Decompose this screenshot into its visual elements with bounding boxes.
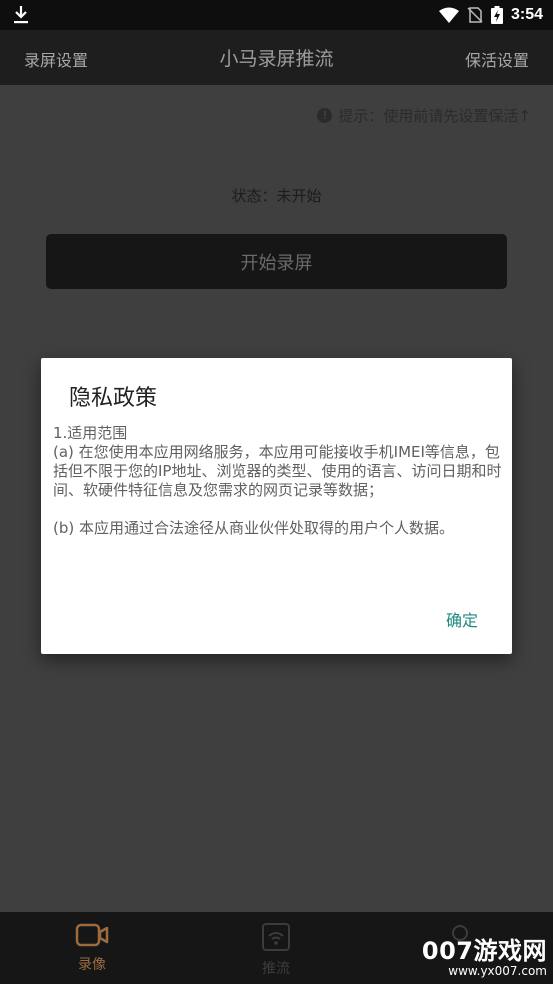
info-icon: ! (317, 108, 333, 123)
dialog-title: 隐私政策 (69, 386, 158, 411)
dialog-line-scope: 1.适用范围 (53, 424, 128, 442)
status-text: 状态：未开始 (231, 187, 322, 205)
status-bar: 3:54 (0, 0, 553, 30)
wifi-signal-icon (438, 7, 459, 23)
dialog-line-a: (a) 在您使用本应用网络服务，本应用可能接收手机IMEI等信息，包括但不限于您… (53, 443, 502, 499)
watermark-title: 007游戏网 (421, 937, 547, 965)
clock: 3:54 (510, 6, 543, 23)
nav-item-stream[interactable]: 推流 (236, 922, 316, 978)
nav-label-record: 录像 (78, 957, 106, 973)
dialog-body: 1.适用范围 (a) 在您使用本应用网络服务，本应用可能接收手机IMEI等信息，… (53, 424, 508, 538)
tip-text: 提示：使用前请先设置保活↑ (338, 107, 531, 125)
tip-row: ! 提示：使用前请先设置保活↑ (317, 105, 531, 126)
watermark-url: www.yx007.com (448, 964, 547, 978)
no-sim-icon (467, 7, 483, 23)
keepalive-settings-button[interactable]: 保活设置 (465, 47, 529, 71)
status-icons: 3:54 (438, 4, 543, 26)
nav-label-stream: 推流 (262, 961, 290, 977)
bottom-nav: 录像 推流 007游戏网 www.yx007.com (0, 912, 553, 984)
app-bar: 录屏设置 小马录屏推流 保活设置 (0, 30, 553, 85)
download-icon (14, 6, 28, 24)
privacy-dialog: 隐私政策 1.适用范围 (a) 在您使用本应用网络服务，本应用可能接收手机IME… (41, 358, 512, 654)
dialog-line-b: (b) 本应用通过合法途径从商业伙伴处取得的用户个人数据。 (53, 519, 454, 537)
start-recording-button[interactable]: 开始录屏 (46, 234, 507, 289)
nav-item-record[interactable]: 录像 (52, 922, 132, 974)
confirm-button[interactable]: 确定 (446, 607, 478, 631)
wifi-stream-icon (262, 923, 290, 951)
watermark: 007游戏网 www.yx007.com (422, 931, 547, 978)
battery-charging-icon (490, 6, 503, 24)
video-camera-icon (75, 923, 109, 947)
